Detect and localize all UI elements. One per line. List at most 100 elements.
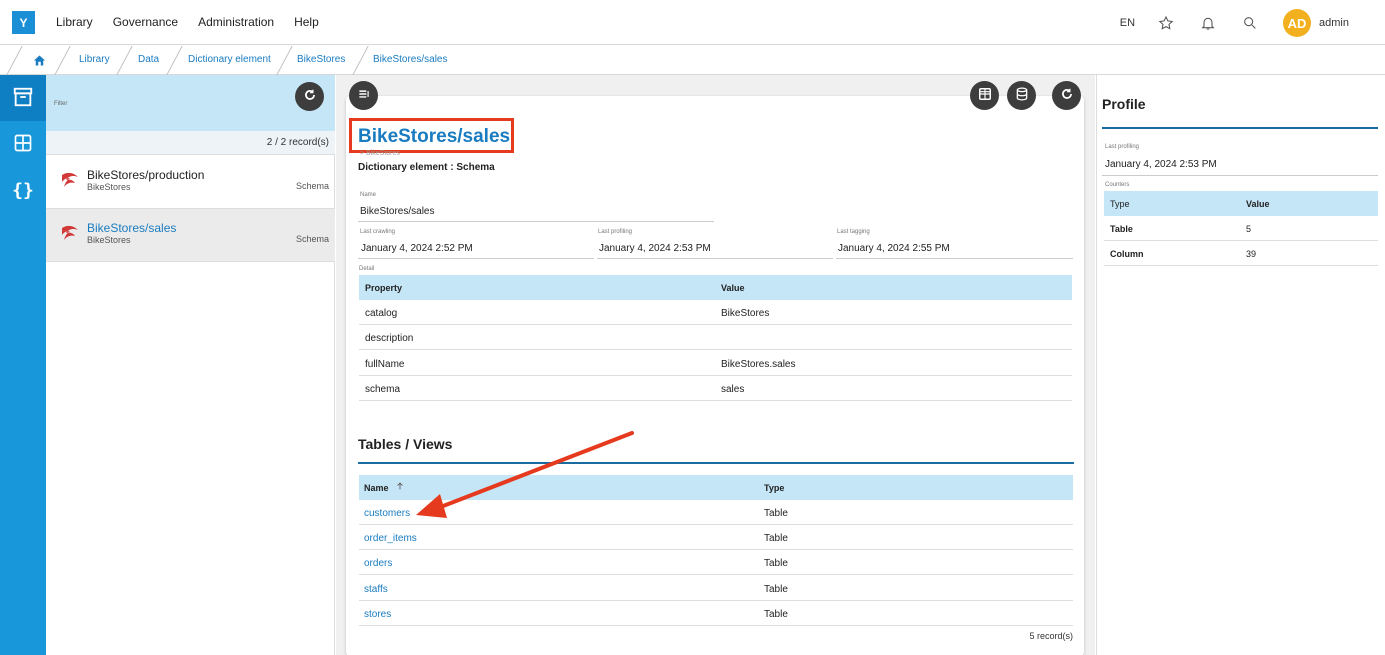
main-menu: Library Governance Administration Help [56,15,319,29]
avatar[interactable]: AD [1283,9,1312,37]
records-count-bar: 2 / 2 record(s) [46,131,335,155]
property-name: description [365,333,414,344]
menu-administration[interactable]: Administration [198,15,274,29]
column-value: Value [721,283,745,293]
grid-view-button[interactable] [970,81,999,110]
last-crawling-label: Last crawling [360,229,396,235]
top-bar: Y Library Governance Administration Help… [0,0,1385,45]
breadcrumb-bikestores-sales[interactable]: BikeStores/sales [373,54,447,65]
column-type: Type [1110,199,1130,209]
table-row[interactable]: staffs Table [359,576,1073,601]
property-name: fullName [365,359,405,370]
last-profiling-label: Last profiling [598,229,633,235]
username[interactable]: admin [1319,17,1349,29]
table-type: Table [764,558,788,569]
table-row[interactable]: customers Table [359,500,1073,525]
refresh-icon [303,88,317,105]
last-crawling-value: January 4, 2024 2:52 PM [361,243,473,254]
table-row[interactable]: order_items Table [359,525,1073,550]
counter-value: 39 [1246,249,1257,259]
breadcrumb-separator [116,46,133,75]
path-hint: > BikeStores [360,150,400,157]
sql-server-icon [60,169,80,194]
property-value: BikeStores [721,308,770,319]
last-tagging-value: January 4, 2024 2:55 PM [838,243,950,254]
home-icon[interactable] [32,53,47,71]
language-selector[interactable]: EN [1120,17,1135,29]
breadcrumb-bikestores[interactable]: BikeStores [297,54,345,65]
records-count: 2 / 2 record(s) [266,137,329,148]
list-item-name: BikeStores/production [87,168,205,182]
database-icon [1015,87,1029,104]
rail-grid[interactable] [0,121,46,167]
name-value: BikeStores/sales [360,206,435,217]
sql-server-icon [60,222,80,247]
last-profiling-value: January 4, 2024 2:53 PM [599,243,711,254]
counter-type: Column [1110,249,1144,259]
crawling-underline [358,258,594,259]
top-right-tools: EN AD admin [1120,9,1349,37]
sort-arrow-up-icon[interactable] [395,481,405,493]
list-item[interactable]: BikeStores/production BikeStores Schema [46,156,335,209]
profiling-underline [1102,175,1378,176]
bell-icon[interactable] [1199,14,1217,32]
profile-title: Profile [1102,96,1146,112]
breadcrumb-separator [352,46,369,75]
table-link-order-items[interactable]: order_items [364,533,417,544]
table-row: catalog BikeStores [359,300,1072,325]
column-value: Value [1246,199,1270,209]
table-link-orders[interactable]: orders [364,558,392,569]
database-button[interactable] [1007,81,1036,110]
counter-value: 5 [1246,224,1252,234]
menu-governance[interactable]: Governance [113,15,178,29]
property-value: BikeStores.sales [721,359,796,370]
table-link-stores[interactable]: stores [364,609,391,620]
breadcrumb-dictionary-element[interactable]: Dictionary element [188,54,271,65]
breadcrumb: Library Data Dictionary element BikeStor… [0,46,1385,75]
refresh-detail-button[interactable] [1052,81,1081,110]
table-link-staffs[interactable]: staffs [364,584,388,595]
archive-icon [12,86,34,111]
table-row[interactable]: orders Table [359,550,1073,575]
tables-views-title: Tables / Views [358,436,453,452]
breadcrumb-separator [6,46,23,75]
property-name: catalog [365,308,398,319]
star-icon[interactable] [1157,14,1175,32]
rail-braces[interactable]: {} [0,167,46,213]
menu-library[interactable]: Library [56,15,93,29]
list-item-parent: BikeStores [87,182,131,192]
search-icon[interactable] [1241,14,1259,32]
menu-button[interactable] [349,81,378,110]
name-label: Name [360,192,377,198]
name-underline [358,221,714,222]
left-rail: {} [0,75,46,655]
element-list-panel: Filter 2 / 2 record(s) BikeStores/produc… [46,75,335,655]
list-item[interactable]: BikeStores/sales BikeStores Schema [46,209,335,262]
tables-record-count: 5 record(s) [1029,631,1073,641]
app-logo[interactable]: Y [12,11,35,34]
column-name[interactable]: Name [364,483,389,493]
list-item-type: Schema [295,234,329,244]
table-link-customers[interactable]: customers [364,508,410,519]
breadcrumb-library[interactable]: Library [79,54,110,65]
table-row: schema sales [359,376,1072,401]
table-type: Table [764,584,788,595]
filter-area[interactable]: Filter [46,75,335,131]
refresh-button[interactable] [295,82,324,111]
table-row[interactable]: stores Table [359,601,1073,626]
breadcrumb-data[interactable]: Data [138,54,159,65]
table-row: description [359,325,1072,350]
breadcrumb-separator [166,46,183,75]
table-row: fullName BikeStores.sales [359,351,1072,376]
property-value: sales [721,384,745,395]
last-tagging-label: Last tagging [837,229,870,235]
rail-archive[interactable] [0,75,46,121]
tables-table-header: Name Type [359,475,1073,500]
table-type: Table [764,533,788,544]
profile-title-underline [1102,127,1378,129]
refresh-icon [1060,87,1074,104]
tables-views-underline [358,462,1074,464]
menu-help[interactable]: Help [294,15,319,29]
table-type: Table [764,508,788,519]
table-row: Table 5 [1104,216,1378,241]
